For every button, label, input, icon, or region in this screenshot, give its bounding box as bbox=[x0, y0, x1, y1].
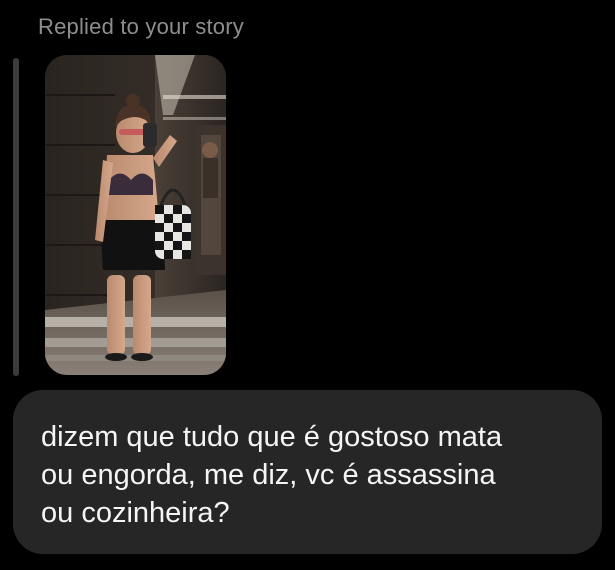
reply-quote-bar bbox=[13, 58, 19, 376]
message-text: dizem que tudo que é gostoso mata ou eng… bbox=[41, 421, 503, 529]
replied-to-story-label: Replied to your story bbox=[38, 14, 244, 39]
message-bubble[interactable]: dizem que tudo que é gostoso mata ou eng… bbox=[13, 390, 602, 554]
story-thumbnail[interactable] bbox=[45, 55, 226, 375]
mirror-selfie-photo bbox=[45, 55, 226, 375]
